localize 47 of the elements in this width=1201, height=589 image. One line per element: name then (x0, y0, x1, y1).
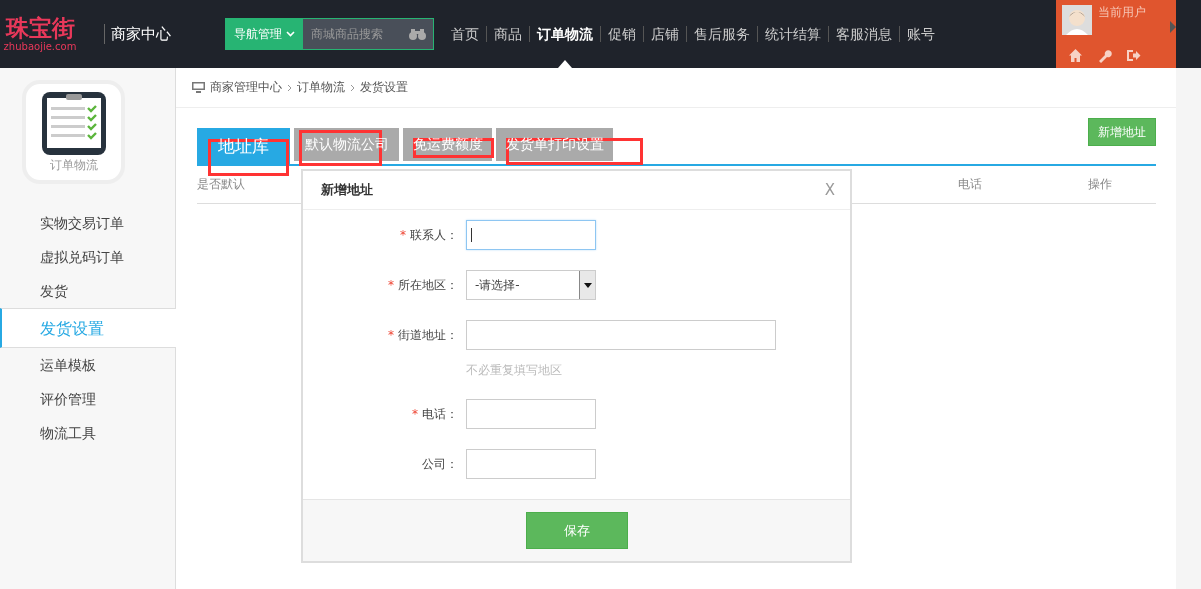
chevron-right-icon (287, 83, 292, 92)
breadcrumb-link[interactable]: 商家管理中心 (210, 79, 282, 96)
nav-link[interactable]: 促销 (600, 26, 643, 42)
clipboard-icon (40, 90, 107, 156)
field-label: 公司： (421, 456, 459, 474)
nav-link[interactable]: 账号 (899, 26, 942, 42)
breadcrumb-link[interactable]: 发货设置 (360, 79, 408, 96)
sidebar-item[interactable]: 发货 (0, 274, 175, 308)
sidebar-item[interactable]: 运单模板 (0, 348, 175, 382)
column-header: 操作 (1088, 176, 1112, 193)
logo-text[interactable]: 珠宝街 (5, 15, 75, 41)
chevron-right-icon (350, 83, 355, 92)
nav-link[interactable]: 首页 (444, 26, 486, 42)
column-header: 电话 (958, 176, 982, 193)
sidebar-item[interactable]: 物流工具 (0, 416, 175, 450)
monitor-icon (192, 82, 205, 93)
input-field[interactable] (466, 399, 596, 430)
field-label: * 街道地址： (387, 327, 459, 345)
collapse-arrow-icon[interactable] (1170, 21, 1176, 33)
avatar-icon (1062, 5, 1092, 35)
input-field[interactable] (466, 220, 596, 251)
nav-link[interactable]: 售后服务 (686, 26, 757, 42)
site-title: 商家中心 (104, 24, 171, 44)
nav-link[interactable]: 客服消息 (828, 26, 899, 42)
nav-link[interactable]: 商品 (486, 26, 529, 42)
dropdown-arrow-icon (583, 282, 592, 288)
sidebar-item[interactable]: 虚拟兑码订单 (0, 240, 175, 274)
home-icon[interactable] (1068, 48, 1083, 63)
user-name: 当前用户 (1098, 4, 1146, 21)
breadcrumb-link[interactable]: 订单物流 (297, 79, 345, 96)
nav-link[interactable]: 店铺 (643, 26, 686, 42)
nav-link[interactable]: 统计结算 (757, 26, 828, 42)
input-field[interactable] (466, 449, 596, 480)
select-field[interactable]: -请选择- (466, 270, 596, 301)
field-label: * 联系人： (399, 227, 459, 245)
dialog-title: 新增地址 (321, 181, 373, 200)
field-label: * 所在地区： (387, 277, 459, 295)
column-header: 是否默认 (197, 176, 245, 193)
wrench-icon[interactable] (1097, 48, 1112, 63)
input-field[interactable] (466, 320, 776, 351)
sidebar-item[interactable]: 实物交易订单 (0, 206, 175, 240)
sidebar-item[interactable]: 评价管理 (0, 382, 175, 416)
sign-out-icon[interactable] (1126, 48, 1141, 63)
field-hint: 不必重复填写地区 (466, 362, 563, 380)
field-label: * 电话： (411, 406, 459, 424)
logo-domain: zhubaojie.com (3, 41, 77, 53)
module-label: 订单物流 (49, 158, 98, 173)
